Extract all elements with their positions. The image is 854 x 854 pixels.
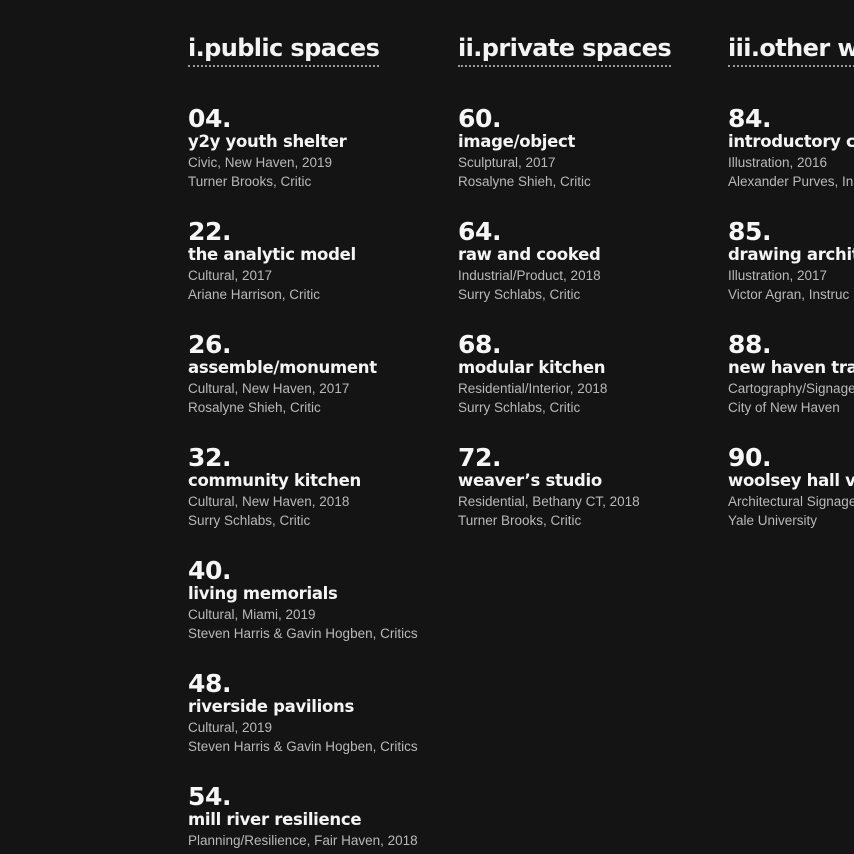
project-critic: Yale University (728, 513, 818, 528)
project-title: woolsey hall vi (728, 471, 854, 490)
project-title: y2y youth shelter (188, 132, 347, 151)
page-number: 72. (458, 443, 502, 472)
project-critic: Victor Agran, Instruc (728, 287, 850, 302)
page-number: 54. (188, 782, 232, 811)
project-entry[interactable]: 60. image/object Sculptural, 2017 Rosaly… (458, 106, 718, 191)
project-category: Industrial/Product, 2018 (458, 268, 601, 283)
project-category: Civic, New Haven, 2019 (188, 155, 333, 170)
section-title: i.public spaces (188, 33, 380, 67)
project-title: living memorials (188, 584, 338, 603)
page-number: 48. (188, 669, 232, 698)
project-category: Planning/Resilience, Fair Haven, 2018 (188, 833, 418, 848)
project-title: modular kitchen (458, 358, 606, 377)
page-number: 04. (188, 104, 232, 133)
project-title: weaver’s studio (458, 471, 602, 490)
project-category: Cultural, 2017 (188, 268, 273, 283)
project-entry[interactable]: 32. community kitchen Cultural, New Have… (188, 445, 448, 530)
page-number: 64. (458, 217, 502, 246)
project-entry[interactable]: 48. riverside pavilions Cultural, 2019 S… (188, 671, 448, 756)
project-title: the analytic model (188, 245, 356, 264)
page-number: 68. (458, 330, 502, 359)
project-category: Cultural, Miami, 2019 (188, 607, 316, 622)
project-category: Residential, Bethany CT, 2018 (458, 494, 640, 509)
project-title: assemble/monument (188, 358, 377, 377)
section-title: ii.private spaces (458, 33, 672, 67)
project-critic: Ariane Harrison, Critic (188, 287, 321, 302)
project-critic: Rosalyne Shieh, Critic (188, 400, 321, 415)
page-number: 26. (188, 330, 232, 359)
project-critic: Turner Brooks, Critic (188, 174, 312, 189)
project-critic: Surry Schlabs, Critic (458, 287, 581, 302)
project-category: Architectural Signage (728, 494, 854, 509)
project-entry[interactable]: 40. living memorials Cultural, Miami, 20… (188, 558, 448, 643)
project-title: image/object (458, 132, 576, 151)
project-entry[interactable]: 22. the analytic model Cultural, 2017 Ar… (188, 219, 448, 304)
project-title: community kitchen (188, 471, 361, 490)
page-number: 32. (188, 443, 232, 472)
page-number: 40. (188, 556, 232, 585)
project-critic: Steven Harris & Gavin Hogben, Critics (188, 626, 418, 641)
page-number: 88. (728, 330, 772, 359)
project-entry[interactable]: 72. weaver’s studio Residential, Bethany… (458, 445, 718, 530)
page-number: 60. (458, 104, 502, 133)
project-critic: Rosalyne Shieh, Critic (458, 174, 591, 189)
project-category: Illustration, 2017 (728, 268, 828, 283)
project-category: Cartography/Signage (728, 381, 854, 396)
project-entry[interactable]: 84. introductory co Illustration, 2016 A… (728, 106, 854, 191)
project-critic: Surry Schlabs, Critic (458, 400, 581, 415)
section-title: iii.other w (728, 33, 854, 67)
project-critic: Turner Brooks, Critic (458, 513, 582, 528)
project-entry[interactable]: 88. new haven tran Cartography/Signage C… (728, 332, 854, 417)
project-entry[interactable]: 85. drawing archit Illustration, 2017 Vi… (728, 219, 854, 304)
project-title: drawing archit (728, 245, 854, 264)
page-number: 85. (728, 217, 772, 246)
project-critic: Steven Harris & Gavin Hogben, Critics (188, 739, 418, 754)
project-title: new haven tran (728, 358, 854, 377)
project-entry[interactable]: 54. mill river resilience Planning/Resil… (188, 784, 448, 850)
project-title: riverside pavilions (188, 697, 354, 716)
project-category: Illustration, 2016 (728, 155, 828, 170)
project-category: Sculptural, 2017 (458, 155, 556, 170)
project-category: Cultural, New Haven, 2018 (188, 494, 350, 509)
page-number: 22. (188, 217, 232, 246)
project-entry[interactable]: 04. y2y youth shelter Civic, New Haven, … (188, 106, 448, 191)
project-category: Residential/Interior, 2018 (458, 381, 608, 396)
page-number: 90. (728, 443, 772, 472)
page-number: 84. (728, 104, 772, 133)
project-entry[interactable]: 64. raw and cooked Industrial/Product, 2… (458, 219, 718, 304)
project-entry[interactable]: 90. woolsey hall vi Architectural Signag… (728, 445, 854, 530)
project-critic: Alexander Purves, In (728, 174, 854, 189)
project-entry[interactable]: 68. modular kitchen Residential/Interior… (458, 332, 718, 417)
project-category: Cultural, 2019 (188, 720, 273, 735)
project-title: mill river resilience (188, 810, 362, 829)
project-critic: Surry Schlabs, Critic (188, 513, 311, 528)
project-title: raw and cooked (458, 245, 601, 264)
project-critic: City of New Haven (728, 400, 840, 415)
project-entry[interactable]: 26. assemble/monument Cultural, New Have… (188, 332, 448, 417)
project-title: introductory co (728, 132, 854, 151)
project-category: Cultural, New Haven, 2017 (188, 381, 350, 396)
